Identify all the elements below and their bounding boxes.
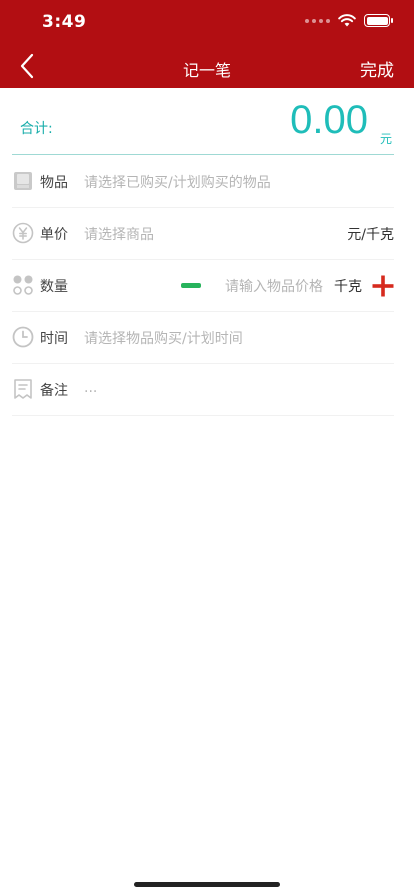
time-label: 时间 <box>40 331 68 347</box>
wifi-icon <box>338 14 356 27</box>
note-row[interactable]: 备注 ... <box>12 364 394 416</box>
decrease-button[interactable] <box>180 278 202 292</box>
done-button[interactable]: 完成 <box>360 56 394 81</box>
bag-icon <box>14 172 32 190</box>
time-select[interactable]: 请选择物品购买/计划时间 <box>84 328 243 348</box>
item-row[interactable]: 物品 请选择已购买/计划购买的物品 <box>12 156 394 208</box>
time-row[interactable]: 时间 请选择物品购买/计划时间 <box>12 312 394 364</box>
item-select[interactable]: 请选择已购买/计划购买的物品 <box>84 172 271 192</box>
yuan-coin-icon <box>12 222 34 244</box>
item-label: 物品 <box>40 175 68 191</box>
price-label: 单价 <box>40 227 68 243</box>
minus-icon <box>181 282 201 288</box>
note-input[interactable]: ... <box>84 380 97 396</box>
battery-icon <box>364 14 393 27</box>
note-label: 备注 <box>40 383 68 399</box>
quantity-label: 数量 <box>40 279 68 295</box>
app-screen: 3:49 记一笔 完成 合计: 0.00 元 物品 请选择已购买/计划购买的物品… <box>0 0 414 896</box>
header-bar: 3:49 记一笔 完成 <box>0 0 414 88</box>
page-title: 记一笔 <box>182 61 231 80</box>
cellular-signal-icon <box>305 18 330 23</box>
increase-button[interactable] <box>372 275 394 297</box>
status-time: 3:49 <box>42 12 87 32</box>
total-value: 0.00 <box>290 98 368 142</box>
price-unit: 元/千克 <box>347 227 394 243</box>
total-unit: 元 <box>379 132 392 146</box>
status-icons <box>305 14 393 27</box>
total-label: 合计: <box>20 121 53 137</box>
note-icon <box>14 379 32 399</box>
total-summary: 合计: 0.00 元 <box>12 88 394 155</box>
quantity-row: 数量 请输入物品价格 千克 <box>12 260 394 312</box>
product-select[interactable]: 请选择商品 <box>84 224 154 244</box>
quantity-unit: 千克 <box>334 279 362 295</box>
home-indicator <box>134 882 280 887</box>
grid-dots-icon <box>13 275 33 295</box>
price-row[interactable]: 单价 请选择商品 元/千克 <box>12 208 394 260</box>
clock-icon <box>12 326 34 348</box>
quantity-input[interactable]: 请输入物品价格 <box>225 276 323 296</box>
